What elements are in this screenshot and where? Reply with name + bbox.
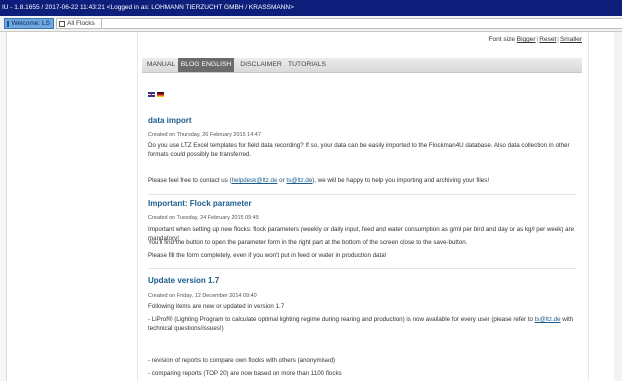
post-paragraph: - revision of reports to compare own flo… xyxy=(148,357,336,364)
post-title-flock-parameter[interactable]: Important: Flock parameter xyxy=(148,199,252,208)
font-smaller-link[interactable]: Smaller xyxy=(560,36,582,43)
menu-item-manual[interactable]: MANUAL xyxy=(146,58,176,72)
text-segment: - LiProf® (Lighting Program to calculate… xyxy=(148,316,535,323)
window-title-text: IU - 1.8.1655 / 2017-06-22 11:43:21 <Log… xyxy=(2,4,294,11)
post-paragraph: - LiProf® (Lighting Program to calculate… xyxy=(148,315,576,333)
ts-email-link[interactable]: ts@ltz.de xyxy=(286,177,312,184)
helpdesk-email-link[interactable]: helpdesk@ltz.de xyxy=(232,177,278,184)
text-segment: Please feel free to contact us ( xyxy=(148,177,232,184)
post-date: Created on Tuesday, 24 February 2015 09:… xyxy=(148,215,259,221)
font-size-controls: Font size Bigger|Reset|Smaller xyxy=(488,36,582,43)
left-panel-edge xyxy=(0,32,7,381)
uk-flag-icon[interactable] xyxy=(148,92,155,97)
font-bigger-link[interactable]: Bigger xyxy=(517,36,536,43)
page-icon xyxy=(59,20,65,27)
tab-welcome-label: Welcome: LS xyxy=(11,20,50,27)
font-size-label: Font size xyxy=(488,36,515,43)
tab-welcome[interactable]: Welcome: LS xyxy=(4,18,54,29)
tab-all-flocks[interactable]: All Flocks xyxy=(56,18,102,29)
german-flag-icon[interactable] xyxy=(157,92,164,97)
window-title-bar: IU - 1.8.1655 / 2017-06-22 11:43:21 <Log… xyxy=(0,0,622,16)
tab-strip-empty-area xyxy=(102,18,622,29)
right-panel-edge xyxy=(614,32,622,381)
menu-item-disclaimer[interactable]: DISCLAIMER xyxy=(238,58,284,72)
post-paragraph: - comparing reports (TOP 20) are now bas… xyxy=(148,370,342,377)
font-reset-link[interactable]: Reset xyxy=(539,36,556,43)
post-paragraph: Please fill the form completely, even if… xyxy=(148,252,387,259)
post-paragraph: Following items are new or updated in ve… xyxy=(148,303,285,310)
menu-item-tutorials[interactable]: TUTORIALS xyxy=(286,58,328,72)
main-menu: MANUAL BLOG ENGLISH DISCLAIMER TUTORIALS xyxy=(142,58,582,73)
divider xyxy=(148,268,576,269)
page-icon xyxy=(7,20,10,27)
divider xyxy=(148,194,576,195)
post-paragraph: Please feel free to contact us (helpdesk… xyxy=(148,176,576,185)
post-date: Created on Thursday, 26 February 2015 14… xyxy=(148,132,261,138)
blog-content-panel: Font size Bigger|Reset|Smaller MANUAL BL… xyxy=(137,32,589,381)
post-date: Created on Friday, 12 December 2014 09:4… xyxy=(148,293,257,299)
post-paragraph: You'll find the button to open the param… xyxy=(148,239,468,246)
ts-email-link[interactable]: ts@ltz.de xyxy=(535,316,561,323)
post-paragraph: Do you use LTZ Excel templates for field… xyxy=(148,142,570,158)
post-title-update-version[interactable]: Update version 1.7 xyxy=(148,276,219,285)
language-flags xyxy=(148,92,164,97)
tab-all-flocks-label: All Flocks xyxy=(67,20,95,27)
post-title-data-import[interactable]: data import xyxy=(148,116,192,125)
tab-strip: Welcome: LS All Flocks xyxy=(0,16,622,32)
text-segment: ), we will be happy to help you importin… xyxy=(312,177,490,184)
menu-item-blog-english[interactable]: BLOG ENGLISH xyxy=(178,58,234,72)
